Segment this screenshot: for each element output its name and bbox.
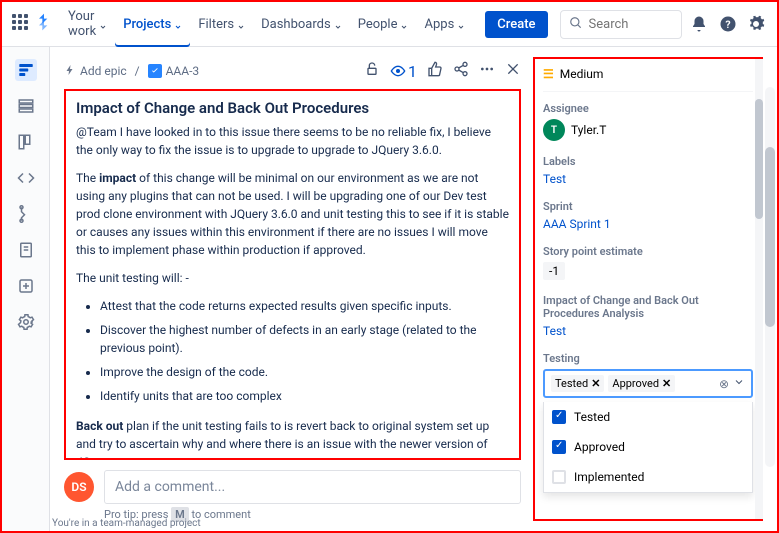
rail-roadmap-icon[interactable]: [15, 59, 37, 81]
chevron-down-icon: [457, 20, 465, 28]
search-box[interactable]: [560, 10, 683, 39]
svg-text:?: ?: [725, 18, 730, 31]
dropdown-options: TestedApprovedImplemented: [543, 402, 753, 493]
issue-key-link[interactable]: AAA-3: [148, 64, 200, 78]
rail-releases-icon[interactable]: [15, 203, 37, 225]
add-epic-button[interactable]: Add epic: [64, 64, 127, 79]
like-icon[interactable]: [427, 61, 443, 81]
impact-field[interactable]: Test: [543, 324, 753, 338]
task-icon: [148, 64, 162, 78]
nav-filters[interactable]: Filters: [190, 3, 253, 45]
lightning-icon: [64, 64, 76, 79]
assignee-field[interactable]: T Tyler.T: [543, 119, 753, 141]
chevron-down-icon: [99, 20, 107, 28]
jira-logo-icon[interactable]: [34, 12, 54, 36]
clear-icon[interactable]: ⊗: [719, 377, 729, 391]
nav-your-work[interactable]: Your work: [60, 3, 115, 45]
comment-input[interactable]: Add a comment...: [104, 470, 521, 504]
rail-code-icon[interactable]: [15, 167, 37, 189]
chevron-down-icon[interactable]: [733, 376, 745, 391]
close-icon[interactable]: [505, 61, 521, 81]
checkbox-icon: [552, 410, 566, 424]
chevron-down-icon: [174, 20, 182, 28]
checkbox-icon: [552, 470, 566, 484]
issue-title: Impact of Change and Back Out Procedures: [76, 99, 509, 117]
more-icon[interactable]: [479, 61, 495, 81]
breadcrumb: Add epic / AAA-3: [64, 64, 199, 79]
footer-text: You're in a team-managed project: [52, 518, 201, 529]
option-tested[interactable]: Tested: [544, 402, 752, 432]
search-input[interactable]: [589, 17, 674, 32]
lock-icon[interactable]: [364, 61, 380, 81]
details-panel: ☰ Medium Assignee T Tyler.T Labels Test …: [533, 57, 763, 521]
story-point-field[interactable]: -1: [543, 262, 565, 280]
search-icon: [569, 15, 583, 34]
testing-multiselect[interactable]: Tested ✕Approved ✕ ⊗: [543, 369, 753, 398]
assignee-avatar: T: [543, 119, 565, 141]
option-approved[interactable]: Approved: [544, 432, 752, 462]
list-item: Improve the design of the code.: [100, 363, 509, 381]
checkbox-icon: [552, 440, 566, 454]
left-rail: [2, 47, 50, 531]
rail-pages-icon[interactable]: [15, 239, 37, 261]
chevron-down-icon: [237, 20, 245, 28]
list-item: Identify units that are too complex: [100, 387, 509, 405]
priority-medium-icon: ☰: [543, 67, 554, 81]
scrollbar[interactable]: [755, 59, 763, 519]
list-item: Attest that the code returns expected re…: [100, 297, 509, 315]
nav-apps[interactable]: Apps: [416, 3, 473, 45]
description-area: Impact of Change and Back Out Procedures…: [64, 89, 521, 460]
watch-button[interactable]: 1: [390, 62, 417, 81]
option-implemented[interactable]: Implemented: [544, 462, 752, 492]
labels-field[interactable]: Test: [543, 172, 753, 186]
settings-icon[interactable]: [745, 10, 767, 38]
rail-board-icon[interactable]: [15, 131, 37, 153]
tag-tested: Tested ✕: [551, 375, 604, 392]
main-scrollbar[interactable]: [765, 87, 775, 467]
nav-people[interactable]: People: [350, 3, 417, 45]
help-icon[interactable]: ?: [717, 10, 739, 38]
rail-add-icon[interactable]: [15, 275, 37, 297]
app-switcher-icon[interactable]: [12, 14, 28, 34]
notifications-icon[interactable]: [688, 10, 710, 38]
share-icon[interactable]: [453, 61, 469, 81]
chevron-down-icon: [334, 20, 342, 28]
top-nav: Your work Projects Filters Dashboards Pe…: [2, 2, 777, 47]
rail-backlog-icon[interactable]: [15, 95, 37, 117]
user-avatar: DS: [64, 472, 94, 502]
list-item: Discover the highest number of defects i…: [100, 321, 509, 357]
tag-approved: Approved ✕: [608, 375, 675, 392]
priority-field[interactable]: ☰ Medium: [543, 67, 753, 92]
remove-tag-icon[interactable]: ✕: [662, 377, 671, 390]
rail-settings-icon[interactable]: [15, 311, 37, 333]
chevron-down-icon: [400, 20, 408, 28]
remove-tag-icon[interactable]: ✕: [591, 377, 600, 390]
create-button[interactable]: Create: [485, 11, 547, 38]
sprint-field[interactable]: AAA Sprint 1: [543, 217, 753, 231]
nav-projects[interactable]: Projects: [115, 3, 190, 45]
nav-dashboards[interactable]: Dashboards: [253, 3, 350, 45]
